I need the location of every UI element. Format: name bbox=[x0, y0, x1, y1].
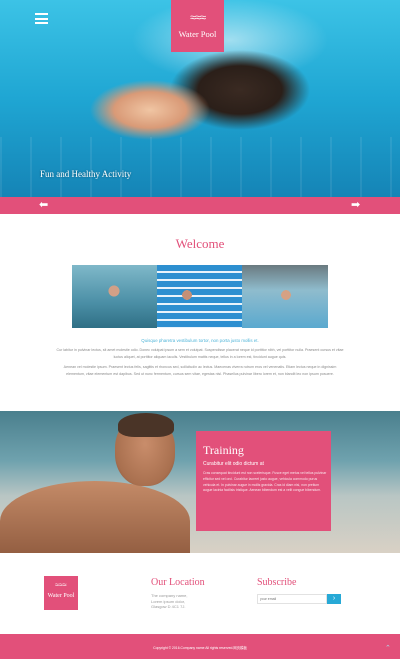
hero-caption: Fun and Healthy Activity bbox=[40, 169, 132, 179]
location-address: The company name, Lorem ipsum dolor, Gla… bbox=[151, 593, 221, 610]
back-to-top-icon[interactable]: ⌃ bbox=[385, 644, 391, 652]
prev-arrow-icon[interactable]: ⬅ bbox=[39, 199, 48, 212]
welcome-subheading: Quisque pharetra vestibulum tortor, non … bbox=[141, 338, 259, 343]
training-subtitle: Curabitur elit odio dictum at bbox=[203, 461, 264, 467]
swimmer-hair bbox=[118, 413, 174, 437]
waves-icon: ≈≈≈ bbox=[189, 12, 206, 24]
welcome-title: Welcome bbox=[175, 236, 225, 251]
training-box: Training Curabitur elit odio dictum at C… bbox=[196, 431, 331, 531]
address-line: Glasgow D 4C1 7J. bbox=[151, 604, 186, 610]
photo-swimmer-1 bbox=[72, 265, 157, 328]
waves-icon: ≈≈≈ bbox=[55, 582, 67, 589]
logo-text: Water Pool bbox=[178, 29, 217, 39]
photo-strip bbox=[72, 265, 328, 328]
site-logo[interactable]: ≈≈≈ Water Pool bbox=[171, 0, 224, 52]
training-title: Training bbox=[203, 443, 244, 457]
next-arrow-icon[interactable]: ➡ bbox=[351, 199, 360, 212]
subscribe-email-input[interactable] bbox=[257, 594, 327, 604]
menu-icon[interactable] bbox=[35, 13, 48, 24]
subscribe-title: Subscribe bbox=[257, 577, 297, 588]
footer-logo-text: Water Pool bbox=[47, 593, 75, 599]
swimmer-body bbox=[0, 481, 190, 553]
copyright-text: Copyright © 2016.Company name All rights… bbox=[153, 646, 247, 650]
location-title: Our Location bbox=[151, 577, 205, 588]
pool-tiles bbox=[0, 137, 400, 197]
welcome-paragraph-2: Aenean vel molestie ipsum. Praesent lect… bbox=[63, 365, 337, 376]
training-text: Cras consequat tincidunt est non sceleri… bbox=[203, 471, 327, 493]
slider-nav-bar: ⬅ ➡ bbox=[0, 197, 400, 214]
photo-swimmer-2 bbox=[157, 265, 242, 328]
welcome-paragraph-1: Cur labitur in pulvinar lectus, sit amet… bbox=[56, 348, 344, 359]
photo-swimmers-3 bbox=[242, 265, 328, 328]
subscribe-button[interactable]: › bbox=[327, 594, 341, 604]
footer-logo[interactable]: ≈≈≈ Water Pool bbox=[44, 576, 78, 610]
